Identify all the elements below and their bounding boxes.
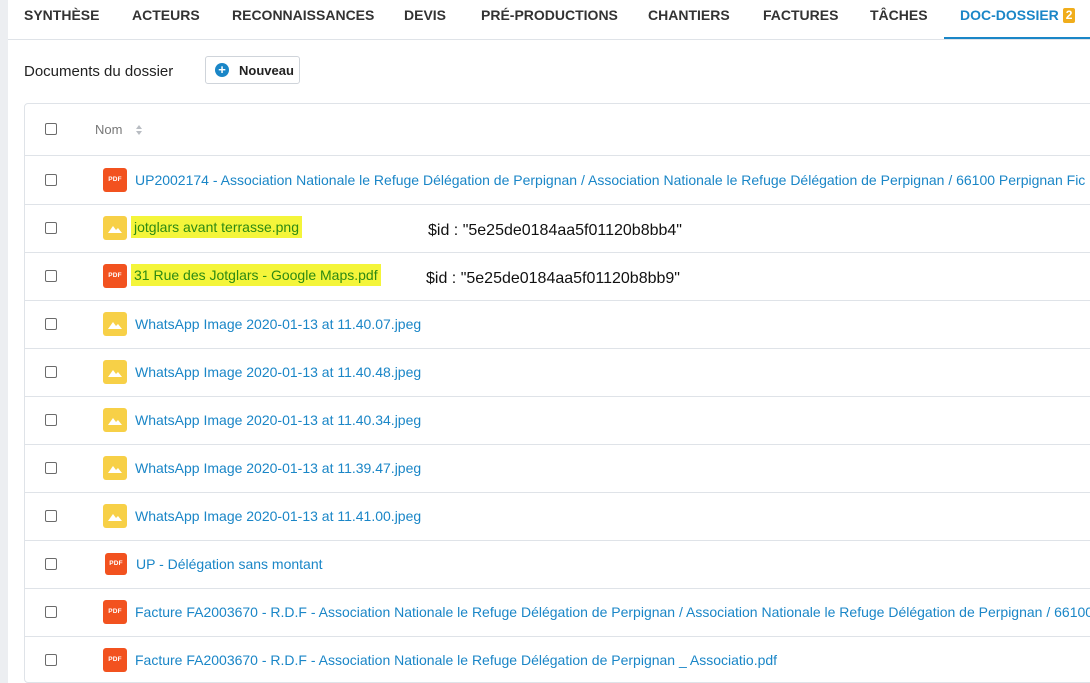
table-row[interactable]: WhatsApp Image 2020-01-13 at 11.39.47.jp…	[25, 444, 1090, 493]
new-button-label: Nouveau	[239, 63, 294, 78]
image-file-icon	[103, 408, 127, 432]
table-row[interactable]: WhatsApp Image 2020-01-13 at 11.40.48.jp…	[25, 348, 1090, 397]
pdf-file-icon: PDF	[103, 168, 127, 192]
select-all-checkbox[interactable]	[45, 123, 57, 135]
row-checkbox[interactable]	[45, 606, 57, 618]
table-row[interactable]: PDF Facture FA2003670 - R.D.F - Associat…	[25, 636, 1090, 682]
table-row[interactable]: WhatsApp Image 2020-01-13 at 11.41.00.jp…	[25, 492, 1090, 541]
row-checkbox[interactable]	[45, 222, 57, 234]
row-checkbox[interactable]	[45, 318, 57, 330]
column-header-name[interactable]: Nom	[95, 122, 122, 137]
tab-reconnaissances[interactable]: RECONNAISSANCES	[232, 0, 374, 39]
file-name-link[interactable]: Facture FA2003670 - R.D.F - Association …	[135, 604, 1090, 620]
row-checkbox[interactable]	[45, 174, 57, 186]
file-name-link[interactable]: Facture FA2003670 - R.D.F - Association …	[135, 652, 777, 668]
id-annotation: $id : "5e25de0184aa5f01120b8bb9"	[426, 270, 680, 287]
file-name-link[interactable]: WhatsApp Image 2020-01-13 at 11.40.34.jp…	[135, 412, 421, 428]
new-document-button[interactable]: + Nouveau	[205, 56, 300, 84]
tab-factures[interactable]: FACTURES	[763, 0, 838, 39]
file-name-link[interactable]: UP2002174 - Association Nationale le Ref…	[135, 172, 1085, 188]
plus-circle-icon: +	[215, 63, 229, 77]
tab-bar: SYNTHÈSE ACTEURS RECONNAISSANCES DEVIS P…	[8, 0, 1090, 40]
page-title: Documents du dossier	[24, 63, 174, 80]
tab-acteurs[interactable]: ACTEURS	[132, 0, 200, 39]
image-file-icon	[103, 456, 127, 480]
table-row[interactable]: PDF UP2002174 - Association Nationale le…	[25, 156, 1090, 205]
file-name-link[interactable]: UP - Délégation sans montant	[136, 556, 323, 572]
table-row[interactable]: WhatsApp Image 2020-01-13 at 11.40.34.jp…	[25, 396, 1090, 445]
tab-chantiers[interactable]: CHANTIERS	[648, 0, 730, 39]
left-sidebar-edge	[0, 0, 8, 683]
table-row[interactable]: PDF UP - Délégation sans montant	[25, 540, 1090, 589]
row-checkbox[interactable]	[45, 654, 57, 666]
file-name-link[interactable]: jotglars avant terrasse.png	[131, 216, 302, 238]
tab-doc-dossier[interactable]: DOC-DOSSIER 2	[944, 0, 1090, 39]
file-name-link[interactable]: 31 Rue des Jotglars - Google Maps.pdf	[131, 264, 381, 286]
table-header: Nom	[25, 104, 1090, 156]
row-checkbox[interactable]	[45, 414, 57, 426]
image-file-icon	[103, 360, 127, 384]
row-checkbox[interactable]	[45, 462, 57, 474]
image-file-icon	[103, 216, 127, 240]
file-name-link[interactable]: WhatsApp Image 2020-01-13 at 11.39.47.jp…	[135, 460, 421, 476]
table-row[interactable]: jotglars avant terrasse.png $id : "5e25d…	[25, 204, 1090, 253]
file-name-link[interactable]: WhatsApp Image 2020-01-13 at 11.41.00.jp…	[135, 508, 421, 524]
row-checkbox[interactable]	[45, 558, 57, 570]
image-file-icon	[103, 504, 127, 528]
row-checkbox[interactable]	[45, 366, 57, 378]
image-file-icon	[103, 312, 127, 336]
documents-table: Nom PDF UP2002174 - Association National…	[24, 103, 1090, 683]
tab-synthese[interactable]: SYNTHÈSE	[24, 0, 99, 39]
tab-count-badge: 2	[1062, 8, 1076, 23]
file-name-link[interactable]: WhatsApp Image 2020-01-13 at 11.40.48.jp…	[135, 364, 421, 380]
id-annotation: $id : "5e25de0184aa5f01120b8bb4"	[428, 222, 682, 239]
pdf-file-icon: PDF	[103, 648, 127, 672]
tab-devis[interactable]: DEVIS	[404, 0, 446, 39]
row-checkbox[interactable]	[45, 510, 57, 522]
pdf-file-icon: PDF	[103, 264, 127, 288]
row-checkbox[interactable]	[45, 270, 57, 282]
tab-taches[interactable]: TÂCHES	[870, 0, 928, 39]
table-row[interactable]: PDF Facture FA2003670 - R.D.F - Associat…	[25, 588, 1090, 637]
pdf-file-icon: PDF	[103, 600, 127, 624]
tab-doc-dossier-label: DOC-DOSSIER	[960, 7, 1059, 23]
tab-pre-productions[interactable]: PRÉ-PRODUCTIONS	[481, 0, 618, 39]
table-row[interactable]: PDF 31 Rue des Jotglars - Google Maps.pd…	[25, 252, 1090, 301]
sort-icon[interactable]	[135, 124, 143, 136]
table-row[interactable]: WhatsApp Image 2020-01-13 at 11.40.07.jp…	[25, 300, 1090, 349]
main-panel: SYNTHÈSE ACTEURS RECONNAISSANCES DEVIS P…	[8, 0, 1090, 683]
file-name-link[interactable]: WhatsApp Image 2020-01-13 at 11.40.07.jp…	[135, 316, 421, 332]
pdf-file-icon: PDF	[105, 553, 127, 575]
